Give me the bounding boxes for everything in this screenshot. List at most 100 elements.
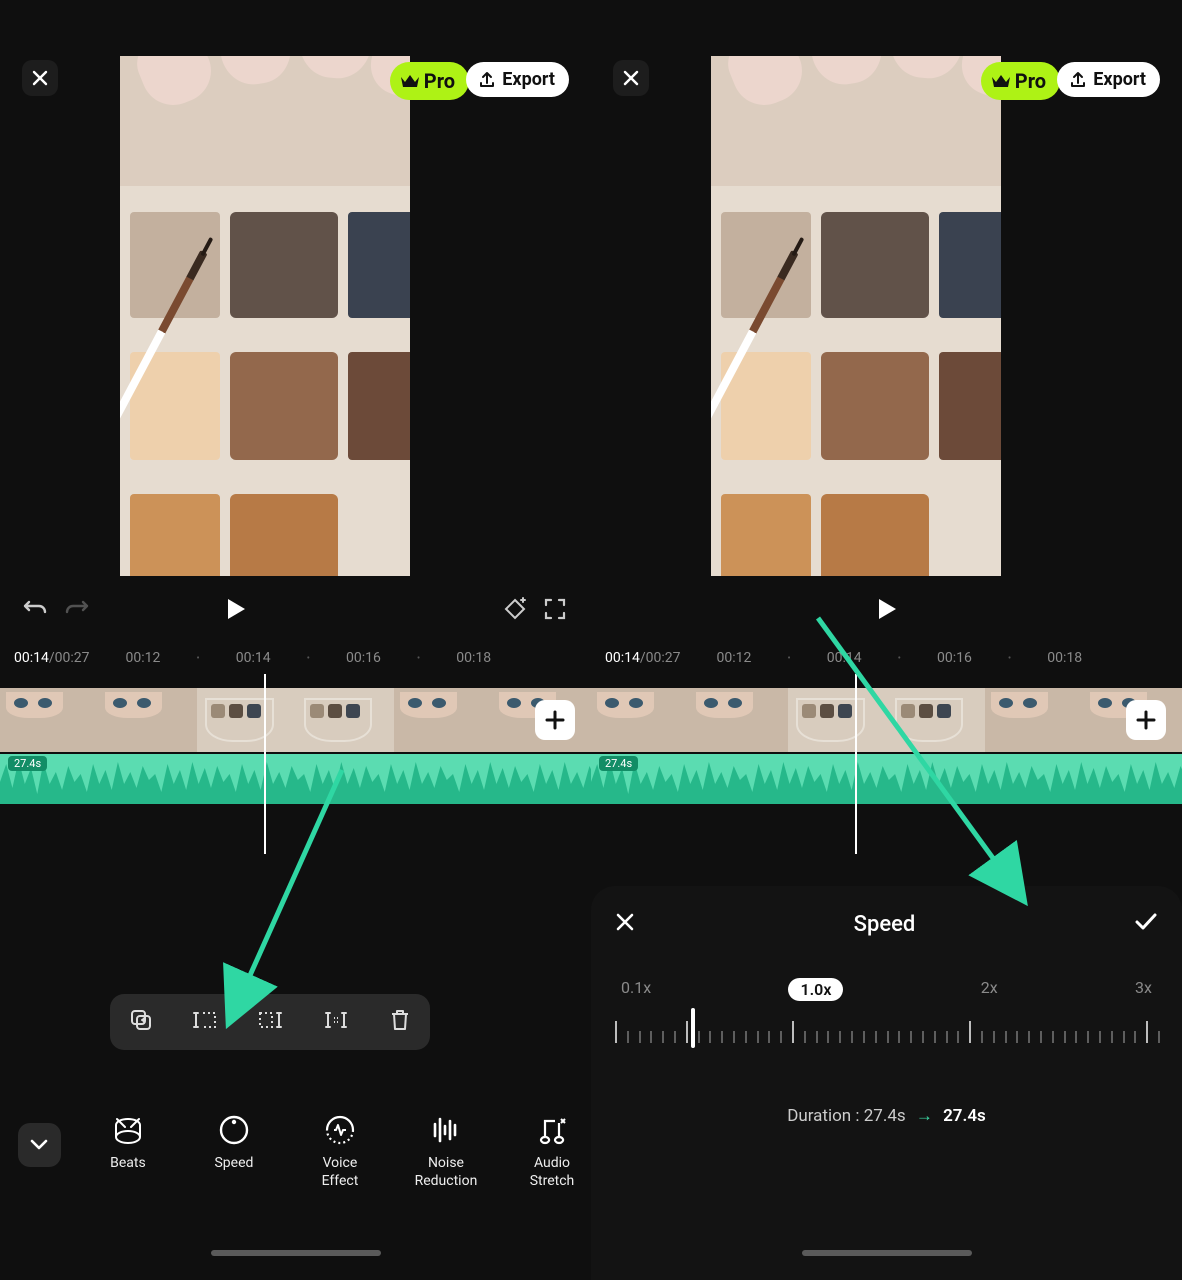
time-total: 00:27: [55, 650, 90, 666]
crown-icon: [991, 73, 1011, 89]
playhead[interactable]: [855, 674, 857, 854]
fullscreen-icon: [544, 598, 566, 620]
panel-confirm-button[interactable]: [1134, 912, 1158, 936]
audio-waveform[interactable]: [591, 754, 1182, 804]
clip-thumbnails[interactable]: [0, 688, 591, 752]
palette-illustration: [120, 186, 410, 576]
pro-badge[interactable]: Pro: [390, 62, 469, 100]
tool-label: Noise: [428, 1155, 464, 1171]
time-current: 00:14: [605, 650, 640, 666]
speed-panel: Speed 0.1x 1.0x 2x 3x Duration : 27.4s →: [591, 886, 1182, 1280]
clip-thumbnails[interactable]: [591, 688, 1182, 752]
noise-icon: [429, 1113, 463, 1147]
clip-duration-badge: 27.4s: [8, 756, 47, 771]
home-indicator: [211, 1250, 381, 1256]
timeline[interactable]: 27.4s: [591, 674, 1182, 874]
tool-label: Voice: [323, 1155, 358, 1171]
play-button[interactable]: [216, 597, 256, 625]
upload-icon: [1069, 71, 1087, 89]
time-ruler[interactable]: 00:14/00:27 00:12 • 00:14 • 00:16 • 00:1…: [591, 642, 1182, 674]
tool-label: Beats: [110, 1155, 146, 1171]
play-icon: [876, 597, 898, 621]
close-icon: [615, 912, 635, 932]
export-button[interactable]: Export: [466, 62, 569, 97]
duration-label: Duration :: [787, 1106, 859, 1126]
export-button[interactable]: Export: [1057, 62, 1160, 97]
speed-mark-active: 1.0x: [788, 978, 843, 1001]
tool-noise-reduction[interactable]: Noise Reduction: [407, 1113, 485, 1190]
ruler-mark: 00:18: [456, 650, 491, 666]
undo-button[interactable]: [16, 598, 56, 624]
add-clip-button[interactable]: [535, 700, 575, 740]
pro-label: Pro: [424, 69, 455, 93]
video-preview[interactable]: [120, 56, 410, 576]
pro-badge[interactable]: Pro: [981, 62, 1060, 100]
trash-icon: [389, 1008, 411, 1032]
close-button[interactable]: [22, 60, 58, 96]
play-button[interactable]: [867, 597, 907, 625]
bottom-toolbar: Beats Speed Voice Effect Noise Reduction…: [0, 1113, 591, 1190]
export-label: Export: [1093, 69, 1146, 90]
time-total: 00:27: [646, 650, 681, 666]
check-icon: [1134, 912, 1158, 932]
split-out-button[interactable]: [322, 1010, 350, 1034]
add-clip-button[interactable]: [1126, 700, 1166, 740]
chevron-down-icon: [30, 1139, 48, 1151]
home-indicator: [802, 1250, 972, 1256]
tool-label: Audio: [534, 1155, 570, 1171]
ruler-mark: 00:14: [236, 650, 271, 666]
speed-slider[interactable]: 0.1x 1.0x 2x 3x: [615, 978, 1158, 1058]
speed-mark: 2x: [981, 978, 998, 1001]
tool-label: Speed: [214, 1155, 253, 1171]
split-right-button[interactable]: [257, 1010, 283, 1034]
ruler-mark: 00:16: [346, 650, 381, 666]
plus-icon: [1136, 710, 1156, 730]
panel-close-button[interactable]: [615, 912, 635, 936]
audio-waveform[interactable]: [0, 754, 591, 804]
duration-from: 27.4s: [864, 1106, 906, 1126]
time-current: 00:14: [14, 650, 49, 666]
crown-icon: [400, 73, 420, 89]
time-ruler[interactable]: 00:14/00:27 00:12 • 00:14 • 00:16 • 00:1…: [0, 642, 591, 674]
speed-mark: 3x: [1135, 978, 1152, 1001]
pro-label: Pro: [1015, 69, 1046, 93]
split-left-button[interactable]: [192, 1010, 218, 1034]
arrow-right-icon: →: [916, 1106, 933, 1126]
ruler-mark: 00:14: [827, 650, 862, 666]
collapse-button[interactable]: [18, 1123, 61, 1167]
tool-speed[interactable]: Speed: [195, 1113, 273, 1173]
close-icon: [623, 70, 639, 86]
close-icon: [32, 70, 48, 86]
slider-knob[interactable]: [691, 1008, 695, 1048]
dup-icon: [129, 1008, 153, 1032]
ruler-mark: 00:12: [126, 650, 161, 666]
palette-illustration: [711, 186, 1001, 576]
export-label: Export: [502, 69, 555, 90]
duplicate-button[interactable]: [129, 1008, 153, 1036]
duration-readout: Duration : 27.4s → 27.4s: [615, 1106, 1158, 1126]
undo-icon: [23, 598, 49, 620]
redo-button[interactable]: [56, 598, 96, 624]
tool-beats[interactable]: Beats: [89, 1113, 167, 1173]
split-out-icon: [322, 1010, 350, 1030]
tool-voice-effect[interactable]: Voice Effect: [301, 1113, 379, 1190]
ruler-mark: 00:16: [937, 650, 972, 666]
play-icon: [225, 597, 247, 621]
tool-audio-stretch[interactable]: Audio Stretch: [513, 1113, 591, 1190]
ruler-mark: 00:18: [1047, 650, 1082, 666]
fullscreen-button[interactable]: [535, 598, 575, 624]
upload-icon: [478, 71, 496, 89]
speed-mark: 0.1x: [621, 978, 651, 1001]
tool-label2: Stretch: [513, 1173, 591, 1191]
speed-icon: [217, 1113, 251, 1147]
ruler-mark: 00:12: [717, 650, 752, 666]
video-preview[interactable]: [711, 56, 1001, 576]
clip-duration-badge: 27.4s: [599, 756, 638, 771]
delete-button[interactable]: [389, 1008, 411, 1036]
timeline[interactable]: 27.4s: [0, 674, 591, 874]
close-button[interactable]: [613, 60, 649, 96]
keyframe-button[interactable]: [495, 597, 535, 625]
tool-label2: Effect: [301, 1173, 379, 1191]
redo-icon: [63, 598, 89, 620]
playhead[interactable]: [264, 674, 266, 854]
